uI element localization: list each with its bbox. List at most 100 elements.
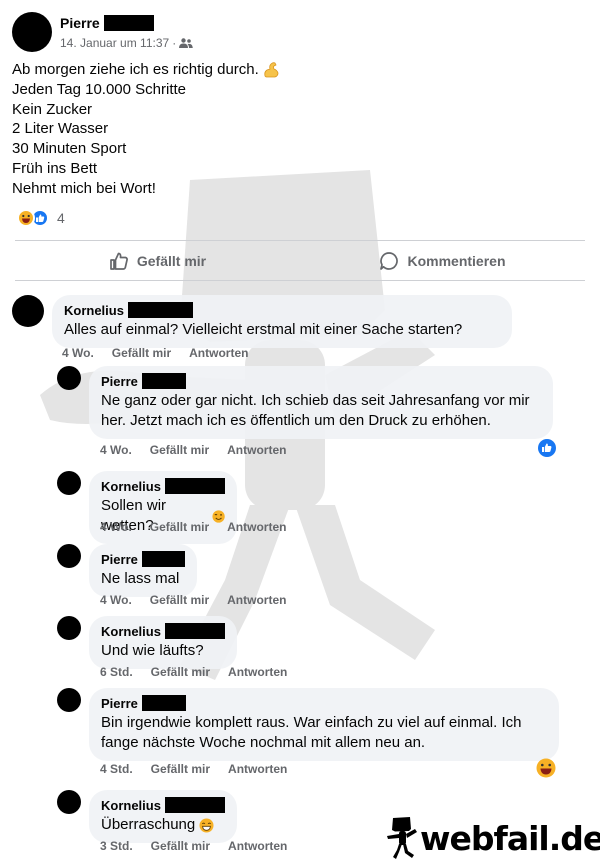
author-avatar[interactable] <box>12 12 52 52</box>
comment-text: Bin irgendwie komplett raus. War einfach… <box>101 713 547 753</box>
post-line: Kein Zucker <box>12 100 93 118</box>
comment-age[interactable]: 4 Wo. <box>62 346 94 360</box>
comment-text-line: fange nächste Woche nochmal mit allem ne… <box>101 734 426 751</box>
like-button-label: Gefällt mir <box>136 253 207 269</box>
redaction-bar <box>164 623 225 639</box>
comment: Kornelius Alles auf einmal? Vielleicht e… <box>12 295 512 348</box>
post-line: 30 Minuten Sport <box>12 140 127 158</box>
redaction-bar <box>141 373 186 389</box>
comment-like-link[interactable]: Gefällt mir <box>151 665 210 679</box>
post-timestamp[interactable]: 14. Januar um 11:37 <box>60 36 169 50</box>
comment-text-line: her. Jetzt mach ich es öffentlich um den… <box>101 412 491 429</box>
comment-meta: 6 Std. Gefällt mir Antworten <box>100 665 305 679</box>
post-line: Nehmt mich bei Wort! <box>12 179 156 197</box>
comment-text: Überraschung <box>101 815 225 835</box>
comment-bubble: Kornelius Überraschung <box>89 790 237 843</box>
commenter-avatar[interactable] <box>57 471 81 495</box>
comment-reply-link[interactable]: Antworten <box>227 520 286 534</box>
comment-text: Alles auf einmal? Vielleicht erstmal mit… <box>64 321 463 338</box>
comment-reply-link[interactable]: Antworten <box>227 443 286 457</box>
reaction-count[interactable]: 4 <box>57 210 65 226</box>
commenter-avatar[interactable] <box>57 790 81 814</box>
redaction-bar <box>141 551 185 567</box>
post-header: Pierre 14. Januar um 11:37 · <box>12 10 193 54</box>
flexed-biceps-emoji <box>264 62 279 78</box>
comment-meta: 4 Wo. Gefällt mir Antworten <box>100 593 304 607</box>
commenter-name[interactable]: Kornelius <box>101 624 161 639</box>
haha-reaction-icon <box>17 209 35 227</box>
comment-bubble: Kornelius Alles auf einmal? Vielleicht e… <box>52 295 512 348</box>
comment-bubble-icon <box>380 252 399 270</box>
redaction-bar <box>164 797 225 813</box>
comment-meta: 4 Std. Gefällt mir Antworten <box>100 762 305 776</box>
redaction-bar <box>103 15 154 31</box>
commenter-name[interactable]: Kornelius <box>101 798 161 813</box>
comment-bubble: Pierre Ne lass mal <box>89 544 197 597</box>
comment-reply-link[interactable]: Antworten <box>228 762 287 776</box>
redaction-bar <box>164 478 225 494</box>
webfail-wordmark: webfail.de <box>420 818 600 858</box>
commenter-avatar[interactable] <box>12 295 44 327</box>
post-line: Jeden Tag 10.000 Schritte <box>12 80 187 98</box>
comment-meta: 4 Wo. Gefällt mir Antworten <box>100 520 304 534</box>
author-name[interactable]: Pierre <box>60 15 100 31</box>
comment-age[interactable]: 4 Wo. <box>100 520 132 534</box>
post-line: Ab morgen ziehe ich es richtig durch. <box>12 61 259 78</box>
comment-reply: Kornelius Und wie läufts? <box>57 616 237 669</box>
like-reaction-badge-icon[interactable] <box>538 439 556 457</box>
comment-age[interactable]: 6 Std. <box>100 665 133 679</box>
comment-reply-link[interactable]: Antworten <box>227 593 286 607</box>
thumbs-up-icon <box>110 252 128 270</box>
meta-separator: · <box>172 36 177 50</box>
redaction-bar <box>127 302 193 318</box>
commenter-avatar[interactable] <box>57 366 81 390</box>
comment-like-link[interactable]: Gefällt mir <box>151 762 210 776</box>
comment-bubble: Pierre Bin irgendwie komplett raus. War … <box>89 688 559 761</box>
comment-like-link[interactable]: Gefällt mir <box>150 443 209 457</box>
comment-button[interactable]: Kommentieren <box>300 242 585 280</box>
commenter-name[interactable]: Kornelius <box>64 303 124 318</box>
commenter-name[interactable]: Pierre <box>101 552 138 567</box>
commenter-avatar[interactable] <box>57 688 81 712</box>
post-meta: Pierre 14. Januar um 11:37 · <box>60 14 193 50</box>
comment-reply-link[interactable]: Antworten <box>189 346 248 360</box>
commenter-avatar[interactable] <box>57 544 81 568</box>
comment-like-link[interactable]: Gefällt mir <box>150 520 209 534</box>
post-line: 2 Liter Wasser <box>12 120 109 138</box>
comment-age[interactable]: 4 Std. <box>100 762 133 776</box>
comment-text-line: Ne ganz oder gar nicht. Ich schieb das s… <box>101 392 530 409</box>
post-line: Früh ins Bett <box>12 159 98 177</box>
comment-like-link[interactable]: Gefällt mir <box>112 346 171 360</box>
divider <box>15 280 585 281</box>
webfail-mascot-icon <box>387 817 417 859</box>
commenter-avatar[interactable] <box>57 616 81 640</box>
comment-age[interactable]: 4 Wo. <box>100 443 132 457</box>
webfail-logo: webfail.de <box>386 815 600 861</box>
comment-like-link[interactable]: Gefällt mir <box>150 593 209 607</box>
comment-text-line: Bin irgendwie komplett raus. War einfach… <box>101 714 522 731</box>
redaction-bar <box>141 695 186 711</box>
haha-reaction-badge-icon[interactable] <box>536 758 556 778</box>
commenter-name[interactable]: Kornelius <box>101 479 161 494</box>
comment-text: Und wie läufts? <box>101 642 204 659</box>
comment-meta: 3 Std. Gefällt mir Antworten <box>100 839 305 853</box>
grinning-face-emoji <box>199 818 214 832</box>
comment-reply-link[interactable]: Antworten <box>228 665 287 679</box>
comment-age[interactable]: 4 Wo. <box>100 593 132 607</box>
comment-text-content: Überraschung <box>101 816 196 833</box>
comment-reply-link[interactable]: Antworten <box>228 839 287 853</box>
comment-text: Ne ganz oder gar nicht. Ich schieb das s… <box>101 391 541 431</box>
reaction-summary[interactable]: 4 <box>17 209 65 227</box>
comment-reply: Pierre Bin irgendwie komplett raus. War … <box>57 688 559 761</box>
comment-bubble: Kornelius Und wie läufts? <box>89 616 237 669</box>
divider <box>15 240 585 241</box>
like-button[interactable]: Gefällt mir <box>15 242 300 280</box>
friends-icon[interactable] <box>179 38 193 48</box>
commenter-name[interactable]: Pierre <box>101 374 138 389</box>
comment-like-link[interactable]: Gefällt mir <box>151 839 210 853</box>
comment-reply: Pierre Ne lass mal <box>57 544 197 597</box>
comment-button-label: Kommentieren <box>407 253 506 269</box>
commenter-name[interactable]: Pierre <box>101 696 138 711</box>
comment-age[interactable]: 3 Std. <box>100 839 133 853</box>
comment-reply: Kornelius Überraschung <box>57 790 237 843</box>
